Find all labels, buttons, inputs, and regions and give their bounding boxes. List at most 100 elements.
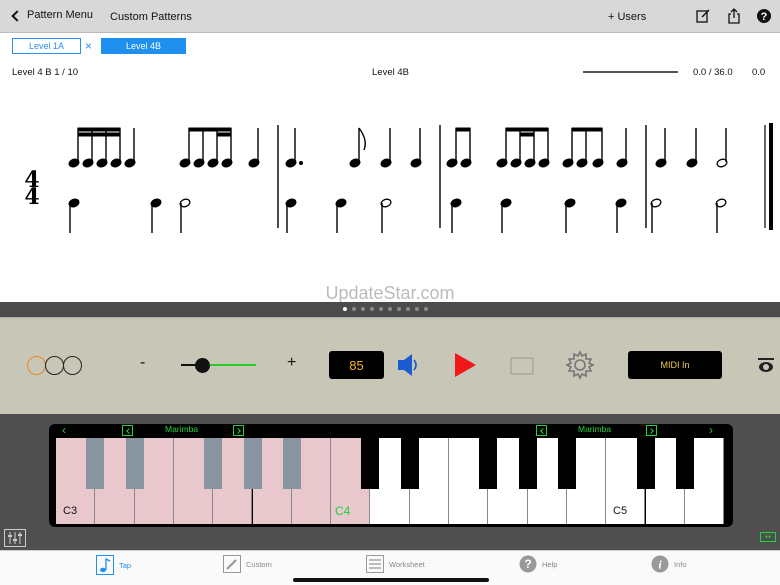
time-signature: 4 4: [24, 167, 39, 210]
tab-info-label: Info: [674, 559, 687, 569]
black-key[interactable]: [636, 438, 655, 489]
play-icon[interactable]: [454, 353, 476, 377]
black-key[interactable]: [243, 438, 262, 489]
note-bottom: [500, 198, 512, 233]
chevron-left-icon: [11, 9, 23, 22]
note-bottom: [564, 198, 576, 233]
slider-knob[interactable]: [195, 358, 210, 373]
note-bottom: [380, 198, 392, 233]
count-circle-2[interactable]: [45, 356, 64, 375]
note: [460, 128, 472, 168]
note: [655, 128, 667, 168]
tab-custom[interactable]: Custom: [223, 555, 272, 573]
page-indicator[interactable]: [343, 307, 428, 311]
page-dot[interactable]: [343, 307, 347, 311]
midi-indicator-icon: ●●: [760, 532, 776, 542]
tab-worksheet[interactable]: Worksheet: [366, 555, 425, 573]
page-dot[interactable]: [415, 307, 419, 311]
instrument-name-left[interactable]: Marimba: [165, 424, 198, 438]
tab-level-1a[interactable]: Level 1A: [12, 38, 81, 54]
info-icon: i: [651, 555, 669, 573]
speaker-icon[interactable]: [395, 352, 419, 378]
volume-down-button[interactable]: -: [140, 354, 145, 372]
note: [124, 128, 136, 168]
svg-text:?: ?: [761, 11, 768, 23]
tempo-display[interactable]: 85: [329, 351, 384, 379]
page-dot[interactable]: [424, 307, 428, 311]
note: [248, 128, 260, 168]
worksheet-icon: [366, 555, 384, 573]
tab-info[interactable]: i Info: [651, 555, 687, 573]
tab-help-label: Help: [542, 559, 558, 569]
svg-text:4: 4: [24, 184, 39, 210]
tab-worksheet-label: Worksheet: [389, 559, 425, 569]
count-circle-3[interactable]: [63, 356, 82, 375]
black-key[interactable]: [125, 438, 144, 489]
mixer-icon[interactable]: [4, 529, 26, 547]
page-dot[interactable]: [397, 307, 401, 311]
page-dot[interactable]: [352, 307, 356, 311]
volume-slider[interactable]: [181, 358, 256, 373]
midi-in-button[interactable]: MIDI In: [628, 351, 722, 379]
tab-tap[interactable]: Tap: [96, 555, 131, 575]
black-key[interactable]: [86, 438, 105, 489]
tab-help[interactable]: ? Help: [519, 555, 557, 573]
black-key[interactable]: [479, 438, 498, 489]
black-key[interactable]: [557, 438, 576, 489]
pattern-title: Level 4B: [372, 67, 409, 78]
instrument-name-right[interactable]: Marimba: [578, 424, 611, 438]
volume-up-button[interactable]: +: [287, 354, 296, 372]
back-button-label: Pattern Menu: [27, 9, 94, 21]
notation-toggle-icon[interactable]: [757, 357, 775, 373]
page-dot[interactable]: [361, 307, 365, 311]
gear-icon[interactable]: [565, 350, 595, 380]
black-key[interactable]: [204, 438, 223, 489]
instrument-prev-right[interactable]: [536, 425, 547, 436]
timing-readout: 0.0: [752, 67, 766, 78]
nav-title: Custom Patterns: [110, 11, 192, 23]
instrument-next-left[interactable]: [233, 425, 244, 436]
instrument-next-right[interactable]: [646, 425, 657, 436]
note: [616, 128, 628, 168]
count-in-selector[interactable]: [27, 356, 82, 375]
page-dot[interactable]: [406, 307, 410, 311]
share-icon[interactable]: [726, 8, 742, 24]
note: [446, 128, 458, 168]
black-key[interactable]: [400, 438, 419, 489]
octave-left-arrow[interactable]: ‹: [62, 423, 66, 437]
add-users-button[interactable]: + Users: [608, 11, 646, 23]
progress-readout: 0.0 / 36.0: [693, 67, 733, 78]
back-button[interactable]: Pattern Menu: [11, 9, 94, 22]
black-key[interactable]: [361, 438, 380, 489]
note: [562, 128, 574, 168]
instrument-prev-left[interactable]: [122, 425, 133, 436]
edit-icon[interactable]: [695, 8, 711, 24]
black-key[interactable]: [282, 438, 301, 489]
note: [538, 128, 550, 168]
note-bottom: [179, 198, 191, 233]
note: [193, 128, 205, 168]
black-key[interactable]: [675, 438, 694, 489]
page-dot[interactable]: [388, 307, 392, 311]
pattern-position: Level 4 B 1 / 10: [12, 67, 79, 78]
note-bottom: [285, 198, 297, 233]
black-key[interactable]: [518, 438, 537, 489]
note-bottom: [335, 198, 347, 233]
count-circle-1[interactable]: [27, 356, 46, 375]
note: [179, 128, 191, 168]
page-dot[interactable]: [370, 307, 374, 311]
playback-progress[interactable]: [583, 71, 678, 73]
loop-icon[interactable]: [510, 356, 534, 375]
page-dot[interactable]: [379, 307, 383, 311]
note-bottom: [715, 198, 727, 233]
octave-right-arrow[interactable]: ›: [709, 423, 713, 437]
note-bottom: [615, 198, 627, 233]
help-icon[interactable]: ?: [756, 8, 772, 24]
slider-track-right: [203, 364, 256, 366]
help-circle-icon: ?: [519, 555, 537, 573]
close-tab-icon[interactable]: ×: [85, 39, 92, 53]
tab-level-4b[interactable]: Level 4B: [101, 38, 186, 54]
note: [349, 128, 361, 168]
rhythm-notation: 4 4: [24, 123, 773, 233]
key-label-c3: C3: [63, 505, 78, 517]
